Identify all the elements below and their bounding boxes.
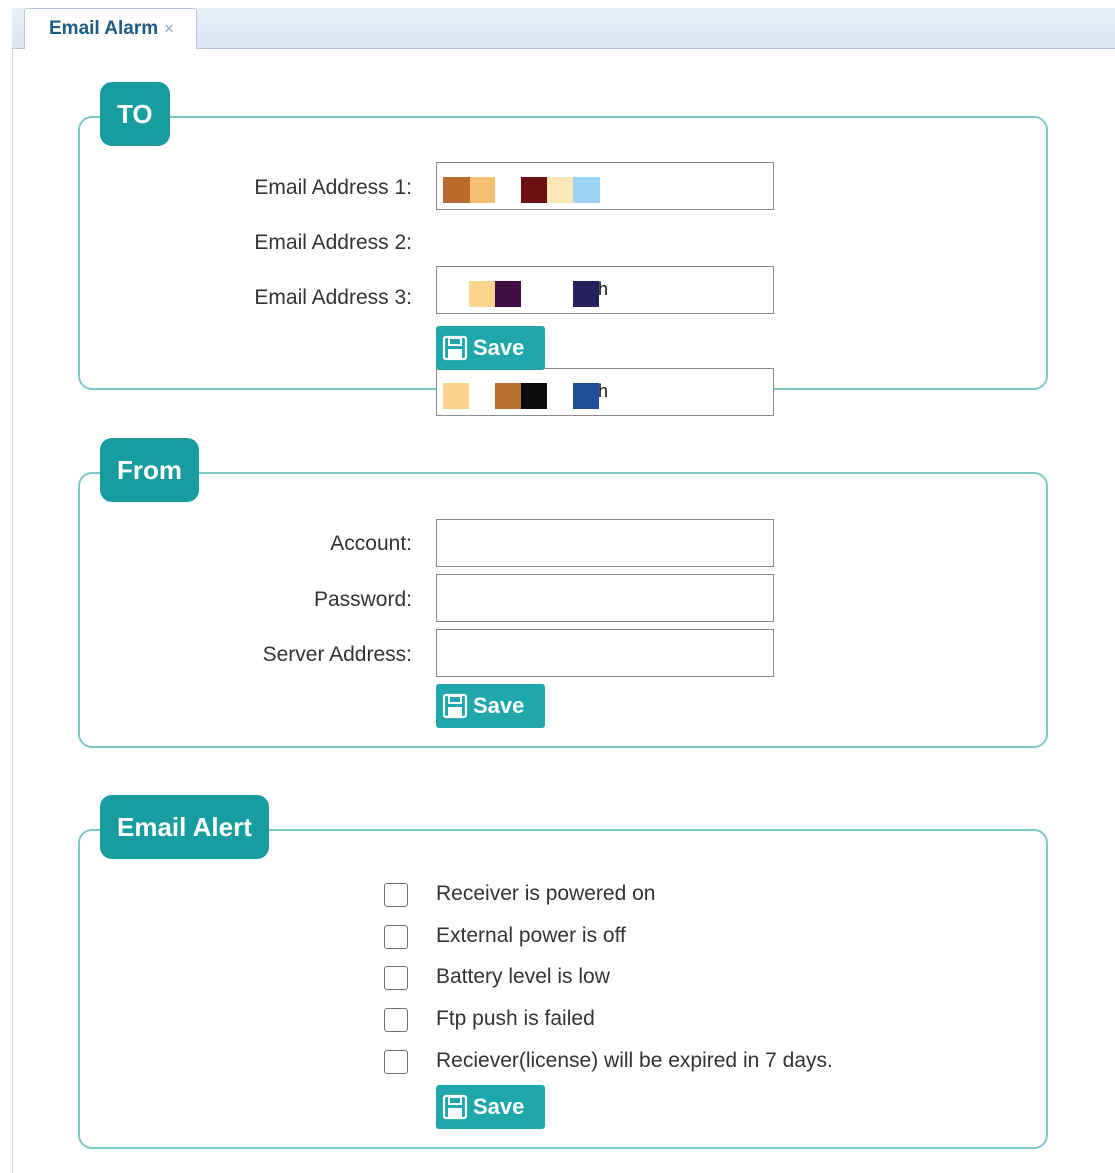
email-address-1-label: Email Address 1: [254,176,412,199]
redaction-block [469,281,495,307]
to-save-button[interactable]: Save [436,326,545,370]
external-power-off-label: External power is off [436,924,626,947]
checkbox-ftp-push-failed[interactable] [384,1008,408,1032]
server-address-field[interactable] [436,629,774,677]
battery-low-label: Battery level is low [436,965,610,988]
content-left-border [12,48,13,1173]
email-alert-legend: Email Alert [100,795,269,859]
checkbox-license-expiry[interactable] [384,1050,408,1074]
tab-label: Email Alarm [49,18,159,39]
from-save-button[interactable]: Save [436,684,545,728]
from-panel: From Account: Password: Server Address: … [78,438,1048,748]
alert-save-button[interactable]: Save [436,1085,545,1129]
save-button-label: Save [473,1094,525,1119]
save-icon [442,1094,468,1120]
password-field[interactable] [436,574,774,622]
save-button-label: Save [473,693,525,718]
email-alert-panel: Email Alert Receiver is powered on Exter… [78,795,1048,1149]
account-field[interactable] [436,519,774,567]
password-label: Password: [313,588,412,611]
receiver-powered-on-label: Receiver is powered on [436,882,656,905]
redaction-block [547,177,573,203]
close-icon[interactable]: × [164,19,174,39]
redaction-block [573,281,599,307]
to-legend: TO [100,82,170,146]
redaction-block [573,383,599,409]
redaction-block [443,383,469,409]
tab-email-alarm[interactable]: Email Alarm × [24,8,197,49]
tab-bar: Email Alarm × [12,8,1115,49]
server-address-label: Server Address: [262,643,412,666]
email-address-2-label: Email Address 2: [254,231,412,254]
to-panel: TO Email Address 1: Email Address 2: h E… [78,82,1048,416]
redaction-block [495,383,521,409]
from-legend: From [100,438,199,502]
checkbox-receiver-powered-on[interactable] [384,883,408,907]
email-address-3-label: Email Address 3: [254,286,412,309]
redaction-block [443,177,470,203]
save-button-label: Save [473,335,525,360]
redacted-text-tail: h [598,279,609,299]
checkbox-external-power-off[interactable] [384,925,408,949]
redaction-block [521,383,547,409]
email-address-2-field[interactable]: h [436,266,774,314]
redacted-text-tail: h [598,381,609,401]
ftp-push-failed-label: Ftp push is failed [436,1007,595,1030]
redaction-block [470,177,495,203]
save-icon [442,693,468,719]
email-address-3-field[interactable]: h [436,368,774,416]
license-expiry-label: Reciever(license) will be expired in 7 d… [436,1049,833,1072]
save-icon [442,335,468,361]
redaction-block [521,177,547,203]
redaction-block [573,177,600,203]
email-address-1-field[interactable] [436,162,774,210]
redaction-block [495,281,521,307]
checkbox-battery-low[interactable] [384,966,408,990]
account-label: Account: [330,532,412,555]
